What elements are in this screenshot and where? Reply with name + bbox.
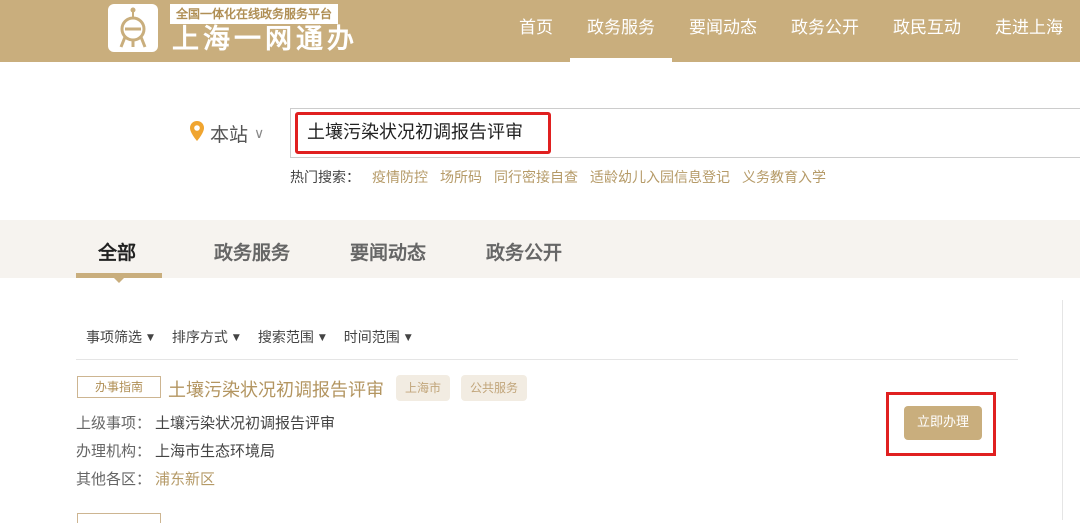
nav-gov-services[interactable]: 政务服务 bbox=[570, 0, 672, 62]
caret-down-icon: ▼ bbox=[318, 333, 326, 343]
filter-bar: 事项筛选 ▼ 排序方式 ▼ 搜索范围 ▼ 时间范围 ▼ bbox=[86, 327, 412, 347]
caret-down-icon: ▼ bbox=[147, 333, 154, 343]
hot-search-link[interactable]: 适龄幼儿入园信息登记 bbox=[590, 167, 730, 187]
filter-sort[interactable]: 排序方式 ▼ bbox=[172, 327, 240, 347]
active-tab-caret bbox=[112, 276, 126, 283]
meta-label: 办理机构： bbox=[76, 442, 152, 460]
hot-search-link[interactable]: 义务教育入学 bbox=[742, 167, 826, 187]
tab-all[interactable]: 全部 bbox=[98, 238, 136, 265]
search-input[interactable]: 土壤污染状况初调报告评审 bbox=[295, 112, 551, 154]
result-district-row: 其他各区： 浦东新区 bbox=[76, 468, 215, 489]
nav-about-shanghai[interactable]: 走进上海 bbox=[978, 0, 1080, 62]
category-badge: 公共服务 bbox=[461, 375, 528, 401]
filter-label: 事项筛选 bbox=[86, 330, 142, 346]
nav-home[interactable]: 首页 bbox=[502, 0, 570, 62]
filter-label: 排序方式 bbox=[171, 330, 228, 346]
result-agency-row: 办理机构： 上海市生态环境局 bbox=[76, 440, 275, 461]
meta-value: 上海市生态环境局 bbox=[155, 442, 276, 460]
filter-item-type[interactable]: 事项筛选 ▼ bbox=[86, 327, 154, 347]
result-type-tag: 办事指南 bbox=[77, 376, 161, 398]
platform-tag: 全国一体化在线政务服务平台 bbox=[170, 4, 339, 24]
search-box[interactable]: 土壤污染状况初调报告评审 bbox=[290, 108, 1080, 158]
main-nav: 首页 政务服务 要闻动态 政务公开 政民互动 走进上海 bbox=[502, 0, 1080, 62]
region-badge: 上海市 bbox=[396, 375, 451, 401]
result-parent-row: 上级事项： 土壤污染状况初调报告评审 bbox=[76, 412, 335, 433]
district-link[interactable]: 浦东新区 bbox=[155, 470, 215, 488]
divider bbox=[1062, 300, 1063, 520]
apply-now-button[interactable]: 立即办理 bbox=[904, 406, 982, 440]
meta-label: 其他各区： bbox=[76, 470, 152, 488]
next-result-tag bbox=[77, 513, 161, 523]
hot-search-link[interactable]: 同行密接自查 bbox=[494, 167, 578, 187]
filter-time[interactable]: 时间范围 ▼ bbox=[344, 327, 412, 347]
hot-searches: 热门搜索： 疫情防控 场所码 同行密接自查 适龄幼儿入园信息登记 义务教育入学 bbox=[290, 167, 826, 187]
nav-gov-disclosure[interactable]: 政务公开 bbox=[774, 0, 876, 62]
nav-news[interactable]: 要闻动态 bbox=[672, 0, 774, 62]
meta-label: 上级事项： bbox=[76, 414, 152, 432]
hot-search-link[interactable]: 疫情防控 bbox=[372, 167, 428, 187]
hot-search-link[interactable]: 场所码 bbox=[440, 167, 482, 187]
scope-selector[interactable]: 本站 ∨ bbox=[190, 120, 264, 147]
filter-label: 搜索范围 bbox=[257, 330, 314, 346]
hot-searches-label: 热门搜索： bbox=[290, 170, 360, 186]
caret-down-icon: ▼ bbox=[232, 333, 240, 343]
filter-scope[interactable]: 搜索范围 ▼ bbox=[258, 327, 326, 347]
tab-gov-disclosure[interactable]: 政务公开 bbox=[486, 238, 562, 265]
chevron-down-icon: ∨ bbox=[254, 125, 265, 142]
filter-label: 时间范围 bbox=[343, 330, 400, 346]
tab-news[interactable]: 要闻动态 bbox=[350, 238, 426, 265]
meta-value: 土壤污染状况初调报告评审 bbox=[155, 414, 336, 432]
site-title: 上海一网通办 bbox=[172, 24, 358, 55]
location-pin-icon bbox=[190, 121, 204, 146]
tab-gov-services[interactable]: 政务服务 bbox=[214, 238, 290, 265]
nav-interaction[interactable]: 政民互动 bbox=[876, 0, 978, 62]
caret-down-icon: ▼ bbox=[404, 333, 412, 343]
logo-icon[interactable] bbox=[108, 4, 158, 52]
result-title-link[interactable]: 土壤污染状况初调报告评审 bbox=[168, 376, 384, 402]
divider bbox=[76, 359, 1018, 360]
scope-label: 本站 bbox=[210, 124, 249, 146]
top-header: 全国一体化在线政务服务平台 上海一网通办 首页 政务服务 要闻动态 政务公开 政… bbox=[0, 0, 1080, 62]
